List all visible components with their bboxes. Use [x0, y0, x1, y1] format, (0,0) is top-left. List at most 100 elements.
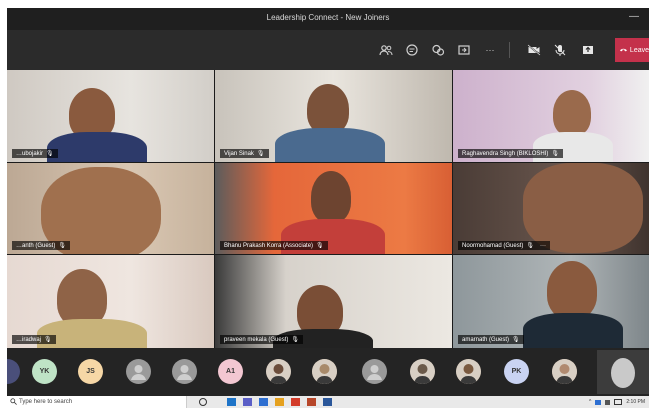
video-tile[interactable]: amarnath (Guest) 🎙 [453, 255, 649, 348]
clock[interactable]: 2:10 PM [626, 399, 645, 405]
desktop-edge [0, 0, 7, 408]
participant-name: …iradwaj [16, 336, 42, 343]
video-tile[interactable]: praveen mekala (Guest) 🎙 [215, 255, 452, 348]
explorer-icon[interactable] [275, 398, 284, 406]
avatar-initials: YK [39, 368, 50, 375]
video-tile[interactable]: Raghavendra Singh (BIKLOSHI) 🎙 [453, 70, 649, 162]
video-tile[interactable]: …anth (Guest) 🎙 [7, 163, 214, 254]
participant-shirt [275, 128, 385, 162]
search-icon [10, 398, 17, 405]
participants-icon[interactable] [377, 41, 395, 59]
mic-off-icon[interactable] [551, 41, 569, 59]
mic-status-icon: 🎙 [526, 243, 534, 249]
participant-name-label: …iradwaj 🎙 [12, 335, 56, 344]
meeting-toolbar: ··· Leave [7, 30, 649, 70]
volume-icon[interactable] [605, 399, 611, 405]
mic-status-icon: 🎙 [291, 337, 299, 343]
participant-avatar[interactable]: YK [32, 359, 57, 384]
windows-taskbar: Type here to search ^ 2:10 PM [7, 396, 649, 408]
reactions-icon[interactable] [429, 41, 447, 59]
mic-status-icon: 🎙 [46, 151, 54, 157]
mic-status-icon: 🎙 [58, 243, 66, 249]
participant-photo-avatar[interactable] [410, 359, 435, 384]
more-icon[interactable]: ··· [481, 41, 499, 59]
title-bar: Leadership Connect - New Joiners — [7, 8, 649, 30]
teams-icon[interactable] [243, 398, 252, 406]
share-icon[interactable] [455, 41, 473, 59]
participant-name: …ubojakir [16, 150, 44, 157]
hangup-icon [620, 48, 627, 52]
video-tile[interactable]: Vijan Sinak 🎙 [215, 70, 452, 162]
participant-avatar[interactable]: A1 [218, 359, 243, 384]
teams-meeting-window: Leadership Connect - New Joiners — ··· L… [7, 8, 649, 408]
participant-shirt [523, 313, 623, 348]
participant-video [523, 163, 643, 253]
participant-name: Raghavendra Singh (BIKLOSHI) [462, 150, 549, 157]
toolbar-divider [509, 42, 510, 58]
participant-name: Vijan Sinak [224, 150, 254, 157]
mic-status-icon: 🎙 [551, 151, 560, 157]
powerpoint-icon[interactable] [307, 398, 316, 406]
search-placeholder: Type here to search [19, 399, 73, 405]
taskbar-search-box[interactable]: Type here to search [7, 396, 187, 408]
network-icon[interactable] [595, 399, 602, 405]
window-title: Leadership Connect - New Joiners [266, 13, 390, 22]
leave-label: Leave [629, 46, 649, 54]
participant-avatar[interactable]: PK [504, 359, 529, 384]
participant-name-label: Noormohamad (Guest) 🎙 ··· [458, 241, 550, 250]
participant-name: …anth (Guest) [16, 242, 56, 249]
participant-name-label: praveen mekala (Guest) 🎙 [220, 335, 303, 344]
participant-name-label: Vijan Sinak 🎙 [220, 149, 269, 158]
chevron-up-icon[interactable]: ^ [589, 399, 591, 405]
video-tile[interactable]: Bhanu Prakash Korra (Associate) 🎙 [215, 163, 452, 254]
participant-photo-avatar[interactable] [312, 359, 337, 384]
participant-avatar[interactable] [7, 359, 20, 384]
share-tray-icon[interactable] [579, 41, 597, 59]
participant-photo-avatar[interactable] [456, 359, 481, 384]
participant-name: Bhanu Prakash Korra (Associate) [224, 242, 314, 249]
video-tile[interactable]: …ubojakir 🎙 [7, 70, 214, 162]
video-tile[interactable]: …iradwaj 🎙 [7, 255, 214, 348]
avatar-initials: A1 [226, 368, 235, 375]
default-avatar-icon[interactable] [362, 359, 387, 384]
outlook-icon[interactable] [259, 398, 268, 406]
participant-photo-avatar[interactable] [552, 359, 577, 384]
participant-photo-avatar[interactable] [266, 359, 291, 384]
participant-name-label: Bhanu Prakash Korra (Associate) 🎙 [220, 241, 328, 250]
system-tray: ^ 2:10 PM [589, 396, 645, 408]
avatar-initials: PK [511, 368, 522, 375]
participant-video [311, 171, 351, 223]
leave-button[interactable]: Leave [615, 38, 649, 62]
participants-strip: YK JS A1 PK [7, 348, 649, 396]
camera-off-icon[interactable] [525, 41, 543, 59]
participant-name: amarnath (Guest) [462, 336, 510, 343]
tile-more-icon[interactable]: ··· [540, 243, 546, 249]
participant-name-label: Raghavendra Singh (BIKLOSHI) 🎙 [458, 149, 564, 158]
video-tile[interactable]: Noormohamad (Guest) 🎙 ··· [453, 163, 649, 254]
participant-avatar[interactable]: JS [78, 359, 103, 384]
mic-status-icon: 🎙 [512, 337, 520, 343]
participant-video [547, 261, 597, 319]
participant-shirt [47, 132, 147, 162]
chrome-icon[interactable] [291, 398, 300, 406]
mic-status-icon: 🎙 [256, 151, 265, 157]
participant-video [553, 90, 591, 136]
edge-icon[interactable] [227, 398, 236, 406]
battery-icon[interactable] [614, 399, 623, 405]
participant-name: praveen mekala (Guest) [224, 336, 289, 343]
avatar-initials: JS [86, 368, 95, 375]
default-avatar-icon[interactable] [126, 359, 151, 384]
chat-icon[interactable] [403, 41, 421, 59]
minimize-button[interactable]: — [629, 11, 639, 22]
self-view-video[interactable] [597, 350, 649, 394]
word-icon[interactable] [323, 398, 332, 406]
participant-name: Noormohamad (Guest) [462, 242, 524, 249]
participant-name-label: …anth (Guest) 🎙 [12, 241, 70, 250]
task-view-icon[interactable] [199, 398, 207, 406]
mic-status-icon: 🎙 [44, 337, 52, 343]
participant-video [307, 84, 349, 134]
self-view-person [611, 358, 635, 388]
participant-name-label: …ubojakir 🎙 [12, 149, 58, 158]
default-avatar-icon[interactable] [172, 359, 197, 384]
video-grid: …ubojakir 🎙 Vijan Sinak 🎙 Raghavendra Sing… [7, 70, 649, 348]
